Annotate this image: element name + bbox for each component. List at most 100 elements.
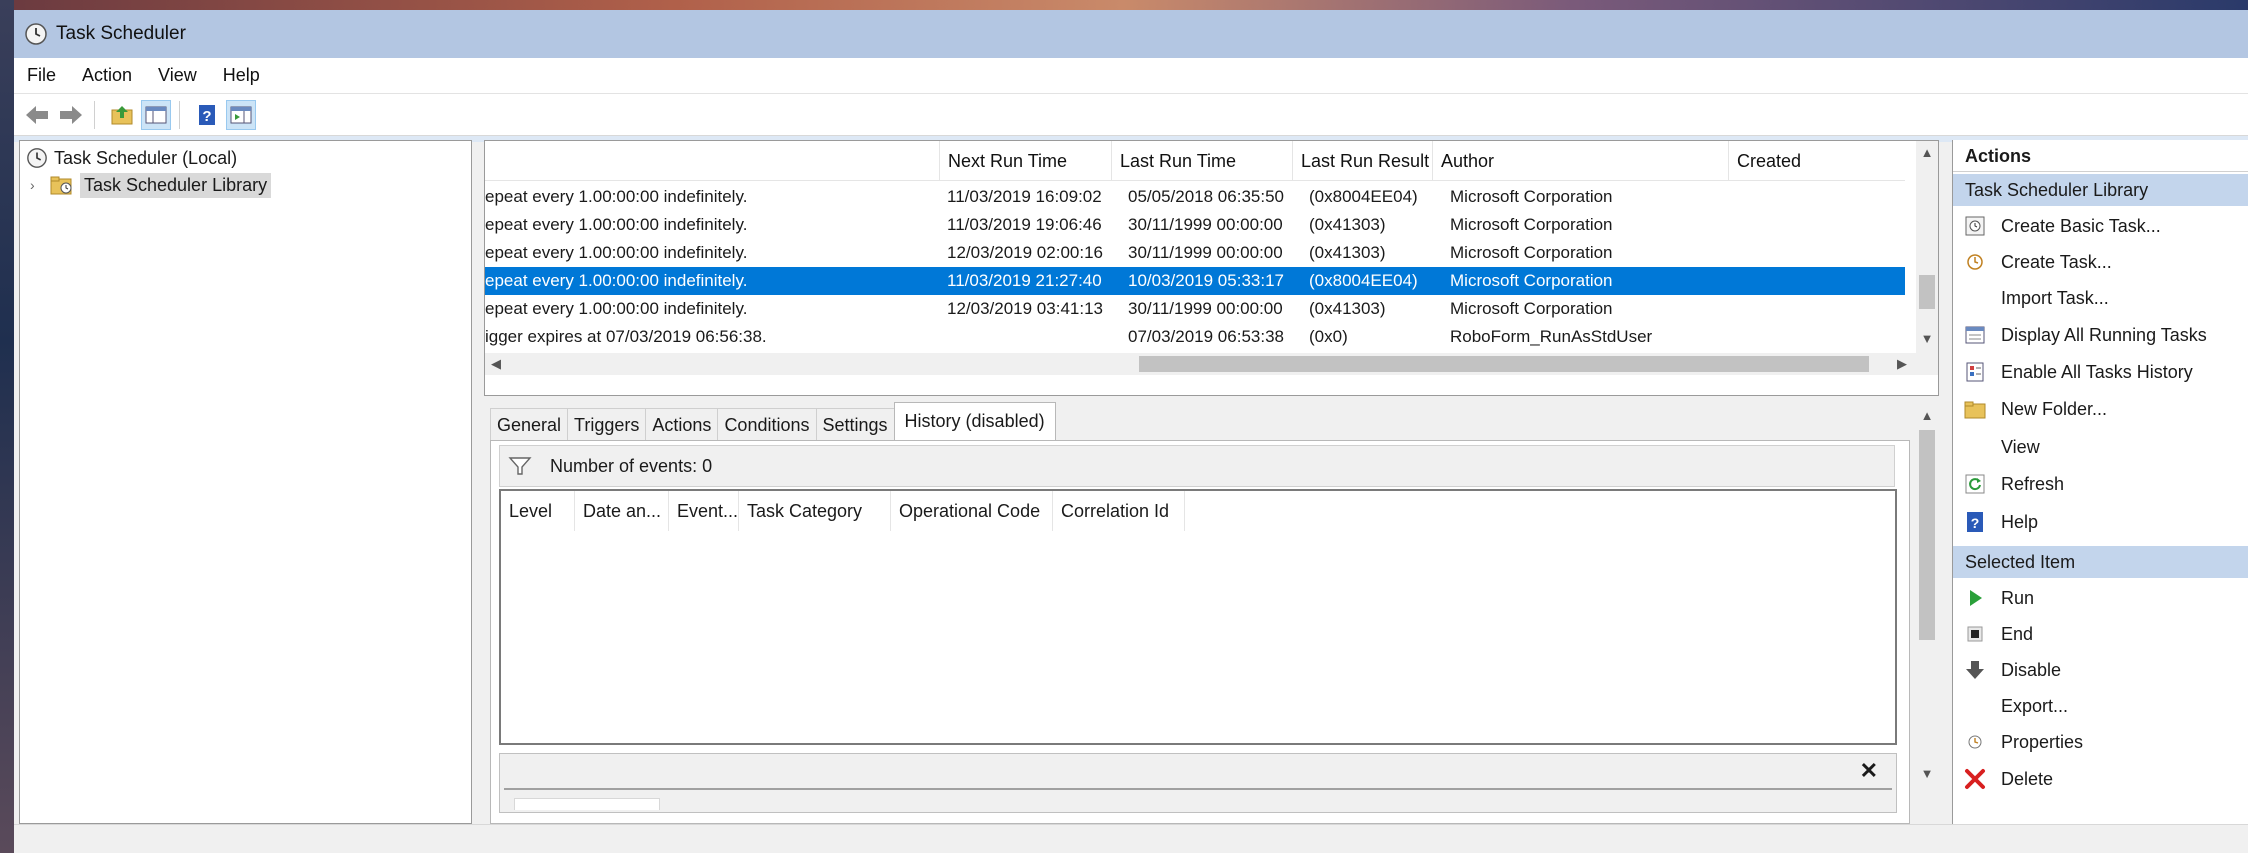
action-enable-all-tasks-history[interactable]: Enable All Tasks History <box>1953 354 2248 390</box>
scroll-left-icon[interactable]: ◀ <box>491 353 501 375</box>
create-task-icon <box>1963 250 1987 274</box>
column-task-category[interactable]: Task Category <box>739 491 891 531</box>
tree-item-library[interactable]: Task Scheduler Library <box>50 172 272 198</box>
history-filter-bar: Number of events: 0 <box>499 445 1895 487</box>
title-bar: Task Scheduler <box>14 10 2248 58</box>
task-row[interactable]: epeat every 1.00:00:00 indefinitely. 11/… <box>485 211 1905 239</box>
back-button[interactable] <box>22 100 52 130</box>
action-display-all-running-tasks[interactable]: Display All Running Tasks <box>1953 317 2248 353</box>
action-view[interactable]: View <box>1953 429 2248 465</box>
column-correlation-id[interactable]: Correlation Id <box>1053 491 1185 531</box>
filter-icon[interactable] <box>508 455 532 477</box>
action-end[interactable]: End <box>1953 616 2248 652</box>
task-last-run: 30/11/1999 00:00:00 <box>1128 299 1283 318</box>
scroll-up-icon[interactable]: ▲ <box>1916 145 1938 160</box>
task-author: Microsoft Corporation <box>1450 299 1613 318</box>
menu-action[interactable]: Action <box>69 65 145 86</box>
task-row[interactable]: igger expires at 07/03/2019 06:56:38. 07… <box>485 323 1905 351</box>
menu-help[interactable]: Help <box>210 65 273 86</box>
task-list-horizontal-scrollbar[interactable]: ◀ ▶ <box>485 353 1917 375</box>
chevron-right-icon[interactable]: › <box>30 177 35 193</box>
running-tasks-icon <box>1963 323 1987 347</box>
action-label: End <box>2001 623 2034 644</box>
action-help[interactable]: ? Help <box>1953 504 2248 540</box>
detail-tab-stub[interactable] <box>514 798 660 810</box>
scroll-thumb[interactable] <box>1919 430 1935 640</box>
action-export[interactable]: Export... <box>1953 688 2248 724</box>
up-folder-button[interactable] <box>107 100 137 130</box>
scroll-up-icon[interactable]: ▲ <box>1916 408 1938 423</box>
section-selected-item[interactable]: Selected Item <box>1953 546 2248 578</box>
scroll-down-icon[interactable]: ▼ <box>1916 766 1938 781</box>
action-create-task[interactable]: Create Task... <box>1953 244 2248 280</box>
action-import-task[interactable]: Import Task... <box>1953 280 2248 316</box>
column-author[interactable]: Author <box>1432 141 1728 181</box>
tab-general[interactable]: General <box>490 408 569 440</box>
task-row[interactable]: epeat every 1.00:00:00 indefinitely. 11/… <box>485 183 1905 211</box>
menu-view[interactable]: View <box>145 65 210 86</box>
history-icon <box>1963 360 1987 384</box>
task-trigger: epeat every 1.00:00:00 indefinitely. <box>485 187 748 206</box>
task-properties-panel: General Triggers Actions Conditions Sett… <box>480 402 1942 824</box>
action-label: Import Task... <box>2001 287 2109 308</box>
task-result: (0x8004EE04) <box>1309 271 1418 290</box>
action-label: Export... <box>2001 695 2069 716</box>
column-last-run-result[interactable]: Last Run Result <box>1292 141 1432 181</box>
task-trigger: epeat every 1.00:00:00 indefinitely. <box>485 299 748 318</box>
tab-triggers[interactable]: Triggers <box>567 408 647 440</box>
tab-conditions[interactable]: Conditions <box>717 408 817 440</box>
scroll-right-icon[interactable]: ▶ <box>1897 353 1907 375</box>
tree-item-root[interactable]: Task Scheduler (Local) <box>26 145 237 171</box>
task-row-selected[interactable]: epeat every 1.00:00:00 indefinitely. 11/… <box>485 267 1905 295</box>
tab-settings[interactable]: Settings <box>815 408 895 440</box>
task-result: (0x41303) <box>1309 243 1386 262</box>
tab-strip: General Triggers Actions Conditions Sett… <box>490 402 1056 440</box>
task-row[interactable]: epeat every 1.00:00:00 indefinitely. 12/… <box>485 295 1905 323</box>
scroll-thumb[interactable] <box>1919 275 1935 309</box>
scroll-down-icon[interactable]: ▼ <box>1916 331 1938 346</box>
properties-vertical-scrollbar[interactable]: ▲ ▼ <box>1916 404 1938 786</box>
action-disable[interactable]: Disable <box>1953 652 2248 688</box>
tree-library-label: Task Scheduler Library <box>80 172 272 198</box>
task-author: Microsoft Corporation <box>1450 271 1613 290</box>
column-last-run-time[interactable]: Last Run Time <box>1111 141 1292 181</box>
column-date[interactable]: Date an... <box>575 491 669 531</box>
section-task-scheduler-library[interactable]: Task Scheduler Library <box>1953 174 2248 206</box>
task-list-vertical-scrollbar[interactable]: ▲ ▼ <box>1916 141 1938 353</box>
tree-root-label: Task Scheduler (Local) <box>54 147 238 168</box>
help-button[interactable]: ? <box>192 100 222 130</box>
task-last-run: 30/11/1999 00:00:00 <box>1128 243 1283 262</box>
close-icon[interactable]: ✕ <box>1860 758 1878 784</box>
run-icon <box>1963 586 1987 610</box>
task-author: Microsoft Corporation <box>1450 215 1613 234</box>
task-row[interactable]: epeat every 1.00:00:00 indefinitely. 12/… <box>485 239 1905 267</box>
scroll-thumb[interactable] <box>1139 356 1869 372</box>
task-next-run: 11/03/2019 21:27:40 <box>947 271 1102 290</box>
action-label: Delete <box>2001 768 2054 789</box>
action-delete[interactable]: Delete <box>1953 761 2248 797</box>
column-operational-code[interactable]: Operational Code <box>891 491 1053 531</box>
svg-text:?: ? <box>1971 515 1980 531</box>
show-hide-tree-icon <box>145 106 167 123</box>
menu-file[interactable]: File <box>14 65 69 86</box>
column-level[interactable]: Level <box>501 491 575 531</box>
action-new-folder[interactable]: New Folder... <box>1953 391 2248 427</box>
task-last-run: 07/03/2019 06:53:38 <box>1128 327 1284 346</box>
tab-history[interactable]: History (disabled) <box>893 402 1056 440</box>
column-event[interactable]: Event... <box>669 491 739 531</box>
properties-icon <box>1963 730 1987 754</box>
action-label: Properties <box>2001 731 2084 752</box>
action-properties[interactable]: Properties <box>1953 724 2248 760</box>
action-run[interactable]: Run <box>1953 580 2248 616</box>
status-bar <box>14 824 2248 853</box>
column-next-run-time[interactable]: Next Run Time <box>939 141 1111 181</box>
show-hide-tree-button[interactable] <box>141 99 171 130</box>
tab-actions[interactable]: Actions <box>645 408 719 440</box>
action-create-basic-task[interactable]: Create Basic Task... <box>1953 208 2248 244</box>
toolbar-separator <box>94 100 95 129</box>
folder-clock-icon <box>50 176 72 195</box>
action-refresh[interactable]: Refresh <box>1953 466 2248 502</box>
column-created[interactable]: Created <box>1728 141 1905 181</box>
show-hide-action-pane-button[interactable] <box>226 99 256 130</box>
forward-button[interactable] <box>56 100 86 130</box>
